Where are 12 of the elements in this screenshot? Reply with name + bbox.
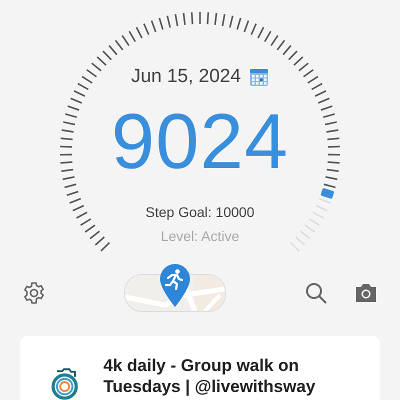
activity-level-label: Level: Active <box>160 228 240 244</box>
post-card[interactable]: 4k daily - Group walk on Tuesdays | @livewithsway <box>20 336 380 400</box>
card-title: 4k daily - Group walk on Tuesdays | @livewithsway <box>103 355 316 398</box>
settings-icon[interactable] <box>22 281 46 305</box>
step-goal-label: Step Goal: 10000 <box>146 204 254 220</box>
search-icon[interactable] <box>304 281 328 305</box>
step-count: 9024 <box>111 102 289 180</box>
progress-marker <box>320 188 334 200</box>
calendar-icon[interactable] <box>248 67 269 87</box>
date-label: Jun 15, 2024 <box>131 66 241 88</box>
camera-icon[interactable] <box>354 283 378 303</box>
runner-pin-icon[interactable] <box>159 263 191 308</box>
